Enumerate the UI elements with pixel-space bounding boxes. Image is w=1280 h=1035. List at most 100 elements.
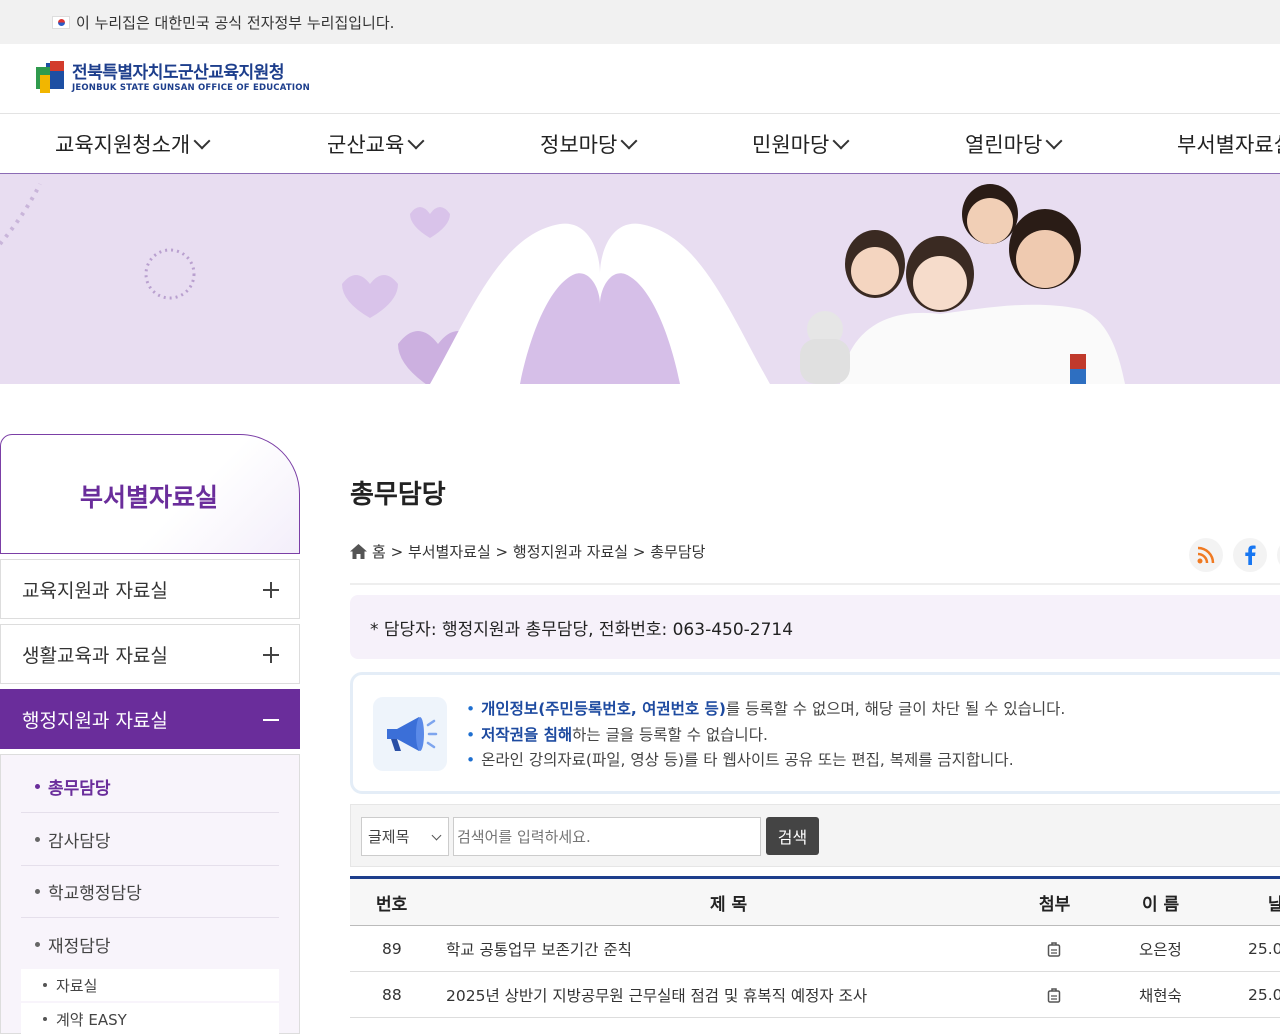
lnb-item-education-support[interactable]: 교육지원과 자료실 (0, 559, 300, 619)
gnb-label: 민원마당 (752, 133, 830, 157)
facebook-share-button[interactable] (1233, 538, 1267, 572)
page-title: 총무담당 (350, 480, 446, 510)
subsub-item-archive[interactable]: 자료실 (21, 969, 279, 1001)
lnb-item-life-education[interactable]: 생활교육과 자료실 (0, 624, 300, 684)
breadcrumb-separator: > (495, 542, 509, 561)
search-bar: 글제목 검색 (350, 804, 1280, 867)
site-logo[interactable]: 전북특별자치도군산교육지원청 JEONBUK STATE GUNSAN OFFI… (36, 61, 310, 95)
notice-line-2: 저작권을 침해하는 글을 등록할 수 없습니다. (466, 723, 1065, 749)
notice-lines: 개인정보(주민등록번호, 여권번호 등)를 등록할 수 없으며, 해당 글이 차… (466, 697, 1065, 774)
chevron-down-icon (193, 132, 211, 150)
lnb-submenu: 총무담당 감사담당 학교행정담당 재정담당 자료실 계약 EASY (0, 754, 300, 1035)
plus-icon (263, 582, 279, 598)
gnb-item-dept[interactable]: 부서별자료실 (1177, 129, 1280, 159)
subsub-item-contract-easy[interactable]: 계약 EASY (21, 1003, 279, 1035)
breadcrumb: 홈 > 부서별자료실 > 행정지원과 자료실 > 총무담당 (350, 541, 705, 562)
lnb-header: 부서별자료실 (0, 434, 300, 554)
sub-item-label: 감사담당 (48, 832, 111, 852)
rss-button[interactable] (1189, 538, 1223, 572)
gnb-label: 부서별자료실 (1177, 133, 1280, 157)
table-header: 번호 제 목 첨부 이 름 날짜 (350, 876, 1280, 926)
minus-icon (263, 712, 279, 728)
search-button[interactable]: 검색 (766, 817, 819, 855)
header-title: 제 목 (710, 894, 748, 915)
header-date: 날짜 (1268, 894, 1280, 915)
row-name: 채현숙 (1139, 986, 1182, 1005)
sub-item-school-admin[interactable]: 학교행정담당 (21, 866, 279, 918)
sub-visual-banner (0, 174, 1280, 384)
search-field-select[interactable]: 글제목 (361, 817, 449, 856)
sub-item-label: 학교행정담당 (48, 884, 142, 904)
row-name: 오은정 (1139, 940, 1182, 959)
chevron-down-icon (620, 132, 638, 150)
row-date: 25.0 (1248, 985, 1280, 1004)
chevron-down-icon (407, 132, 425, 150)
row-no: 88 (382, 985, 402, 1004)
breadcrumb-home[interactable]: 홈 (372, 541, 386, 562)
notice-text: 하는 글을 등록할 수 없습니다. (572, 725, 768, 744)
logo-mark-icon (36, 61, 66, 95)
row-title-link[interactable]: 2025년 상반기 지방공무원 근무실태 점검 및 휴복직 예정자 조사 (446, 972, 867, 1017)
notice-line-3: 온라인 강의자료(파일, 영상 등)를 타 웹사이트 공유 또는 편집, 복제를… (466, 748, 1065, 774)
gnb-item-education[interactable]: 군산교육 (327, 129, 425, 159)
breadcrumb-level2[interactable]: 행정지원과 자료실 (513, 541, 628, 562)
contact-info: * 담당자: 행정지원과 총무담당, 전화번호: 063-450-2714 (350, 595, 1280, 659)
sub-item-label: 재정담당 (48, 937, 111, 957)
gnb-item-civil[interactable]: 민원마당 (752, 129, 850, 159)
notice-text: 를 등록할 수 없으며, 해당 글이 차단 될 수 있습니다. (725, 700, 1066, 718)
facebook-icon (1245, 545, 1256, 565)
breadcrumb-level3: 총무담당 (650, 543, 706, 561)
sub-item-label: 총무담당 (48, 779, 111, 799)
breadcrumb-separator: > (632, 542, 646, 561)
board-table: 번호 제 목 첨부 이 름 날짜 89 학교 공통업무 보존기간 준칙 오은정 … (350, 876, 1280, 1018)
search-input[interactable] (453, 817, 761, 856)
lnb-title: 부서별자료실 (79, 483, 218, 512)
gnb-label: 교육지원청소개 (55, 133, 191, 157)
row-date: 25.0 (1248, 939, 1280, 958)
lnb-item-label: 교육지원과 자료실 (22, 579, 168, 602)
home-icon (350, 544, 367, 559)
megaphone-icon (373, 697, 447, 771)
row-no: 89 (382, 939, 402, 958)
gov-banner: 이 누리집은 대한민국 공식 전자정부 누리집입니다. (0, 0, 1280, 44)
contact-text: * 담당자: 행정지원과 총무담당, 전화번호: 063-450-2714 (370, 619, 794, 640)
sub-item-audit[interactable]: 감사담당 (21, 814, 279, 866)
gnb-item-intro[interactable]: 교육지원청소개 (55, 129, 211, 159)
notice-line-1: 개인정보(주민등록번호, 여권번호 등)를 등록할 수 없으며, 해당 글이 차… (466, 697, 1065, 723)
lnb-item-label: 생활교육과 자료실 (22, 644, 168, 667)
lnb-item-label: 행정지원과 자료실 (22, 709, 168, 732)
row-title-link[interactable]: 학교 공통업무 보존기간 준칙 (446, 926, 632, 971)
gnb-item-open[interactable]: 열린마당 (965, 129, 1063, 159)
main-navigation: 교육지원청소개 군산교육 정보마당 민원마당 열린마당 부서별자료실 (0, 115, 1280, 174)
chevron-down-icon (832, 132, 850, 150)
header-name: 이 름 (1142, 894, 1180, 915)
notice-emphasis: 저작권을 침해 (481, 725, 573, 744)
breadcrumb-separator: > (390, 542, 404, 561)
search-field-value: 글제목 (368, 828, 410, 846)
family-photo-illustration (800, 184, 1125, 384)
table-row[interactable]: 88 2025년 상반기 지방공무원 근무실태 점검 및 휴복직 예정자 조사 … (350, 972, 1280, 1018)
notice-text: 온라인 강의자료(파일, 영상 등)를 타 웹사이트 공유 또는 편집, 복제를… (481, 751, 1014, 769)
logo-name-en: JEONBUK STATE GUNSAN OFFICE OF EDUCATION (72, 83, 310, 93)
korea-flag-icon (52, 15, 70, 29)
content-divider (350, 583, 1280, 585)
plus-icon (263, 647, 279, 663)
sub-item-general-affairs[interactable]: 총무담당 (21, 761, 279, 813)
subsub-item-label: 자료실 (56, 976, 98, 995)
header-no: 번호 (376, 894, 408, 915)
sub-item-finance[interactable]: 재정담당 (21, 919, 279, 971)
rss-icon (1197, 546, 1215, 564)
site-header: 전북특별자치도군산교육지원청 JEONBUK STATE GUNSAN OFFI… (0, 44, 1280, 114)
breadcrumb-level1[interactable]: 부서별자료실 (408, 541, 491, 562)
notice-box: 개인정보(주민등록번호, 여권번호 등)를 등록할 수 없으며, 해당 글이 차… (350, 672, 1280, 794)
table-row[interactable]: 89 학교 공통업무 보존기간 준칙 오은정 25.0 (350, 926, 1280, 972)
attachment-icon[interactable] (1047, 972, 1061, 1017)
subsub-item-label: 계약 EASY (56, 1010, 127, 1029)
gnb-label: 군산교육 (327, 133, 405, 157)
gov-banner-text: 이 누리집은 대한민국 공식 전자정부 누리집입니다. (76, 13, 395, 32)
header-attach: 첨부 (1039, 894, 1071, 915)
attachment-icon[interactable] (1047, 926, 1061, 971)
chevron-down-icon (1045, 132, 1063, 150)
lnb-item-admin-support[interactable]: 행정지원과 자료실 (0, 689, 300, 749)
gnb-item-info[interactable]: 정보마당 (540, 129, 638, 159)
